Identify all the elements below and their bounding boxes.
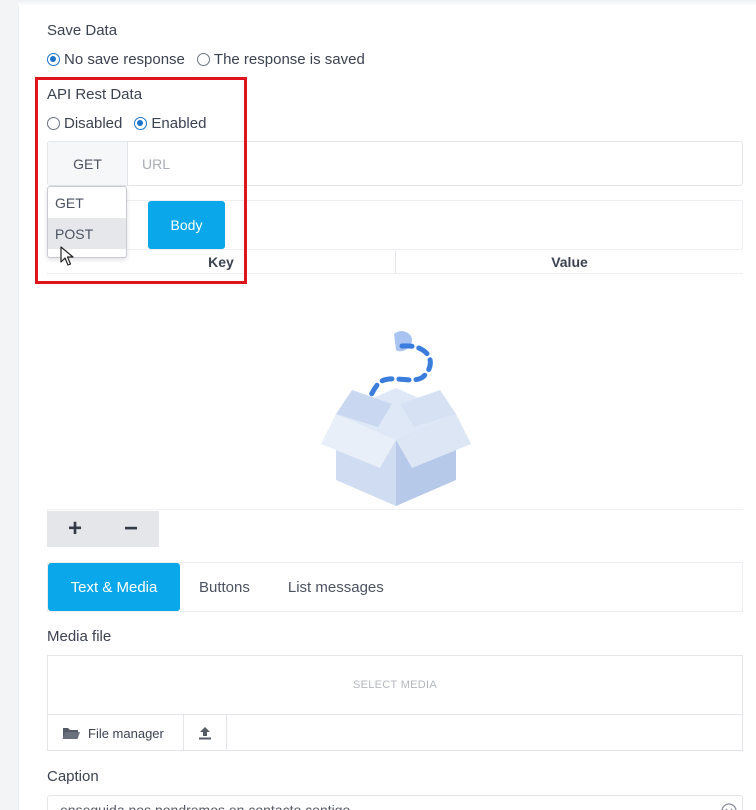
radio-dot [134, 117, 148, 130]
add-row-button[interactable]: + [47, 511, 103, 547]
save-data-title: Save Data [47, 22, 118, 39]
radio-dot [196, 53, 210, 66]
media-file-box: SELECT MEDIA File manager [47, 655, 743, 751]
top-shadow [18, 0, 756, 6]
tab-text-media[interactable]: Text & Media [48, 563, 180, 611]
method-select[interactable]: GET [48, 142, 128, 185]
save-data-radio-group: No save response The response is saved [47, 51, 377, 68]
radio-label: Disabled [64, 115, 123, 132]
url-input-group: GET [47, 141, 743, 186]
add-remove-bar: + − [47, 511, 159, 547]
remove-row-button[interactable]: − [103, 511, 159, 547]
empty-box-icon [321, 331, 471, 506]
value-column-header: Value [551, 254, 588, 270]
caption-textarea[interactable]: enseguida nos pondremos en contacto cont… [47, 795, 743, 810]
folder-icon [62, 728, 80, 739]
tab-buttons[interactable]: Buttons [180, 563, 269, 611]
api-rest-title: API Rest Data [47, 86, 143, 103]
select-media-area[interactable]: SELECT MEDIA [48, 656, 742, 715]
key-value-header: Key Value [47, 251, 743, 274]
upload-icon [199, 727, 211, 740]
tab-list-messages[interactable]: List messages [269, 563, 403, 611]
emoji-icon[interactable] [721, 803, 737, 810]
radio-dot [47, 53, 60, 66]
body-tab-button[interactable]: Body [148, 201, 225, 249]
method-dropdown: GET POST [47, 186, 127, 258]
radio-disabled[interactable]: Disabled [47, 115, 122, 132]
radio-label: No save response [64, 51, 185, 68]
radio-response-saved[interactable]: The response is saved [196, 51, 365, 68]
file-manager-button[interactable]: File manager [48, 715, 184, 751]
radio-enabled[interactable]: Enabled [134, 115, 206, 132]
dropdown-option-get[interactable]: GET [48, 187, 126, 218]
media-toolbar: File manager [48, 715, 742, 751]
caption-title: Caption [47, 768, 99, 785]
radio-label: The response is saved [213, 51, 365, 68]
url-input[interactable] [128, 142, 742, 185]
pointer-cursor-icon [60, 246, 74, 266]
radio-no-save-response[interactable]: No save response [47, 51, 185, 68]
api-rest-radio-group: Disabled Enabled [47, 115, 218, 132]
dropdown-option-post[interactable]: POST [48, 218, 126, 249]
radio-dot [47, 117, 60, 130]
message-type-tabs: Text & Media Buttons List messages [47, 562, 743, 612]
file-manager-label: File manager [88, 725, 164, 741]
radio-label: Enabled [151, 115, 207, 132]
upload-button[interactable] [184, 715, 227, 751]
media-file-title: Media file [47, 628, 112, 645]
